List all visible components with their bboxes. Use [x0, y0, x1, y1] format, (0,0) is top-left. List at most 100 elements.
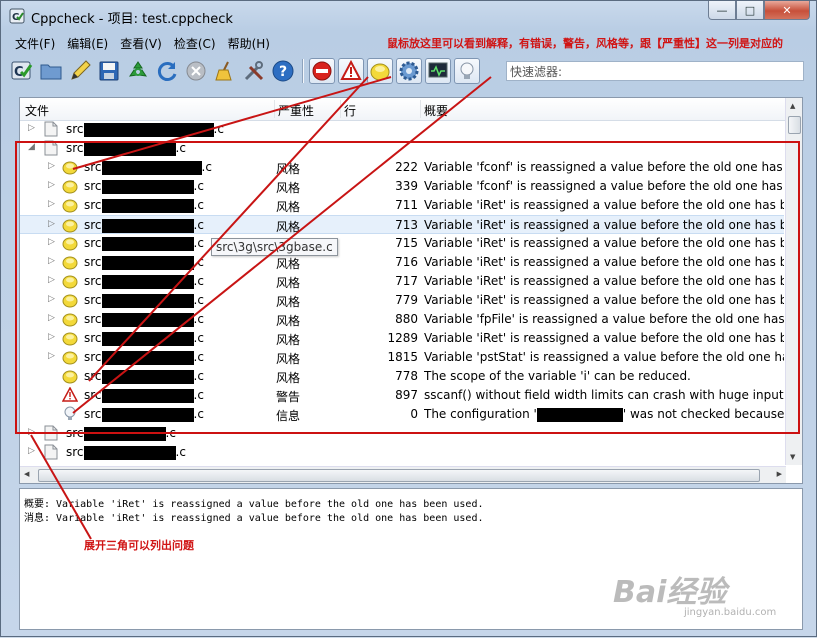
table-row[interactable]: ▷ src .c 风格 1815 Variable 'pstStat' is reassi… — [20, 348, 784, 367]
table-row[interactable]: src .c 信息 0 The configuration ' ' was not che… — [20, 405, 784, 424]
open-folder-button[interactable] — [38, 58, 64, 84]
file-name: src .c — [66, 426, 176, 441]
lightbulb-icon — [460, 62, 474, 79]
style-icon — [62, 330, 78, 346]
check-directory-button[interactable]: C — [9, 58, 35, 84]
menu-check[interactable]: 检查(C) — [168, 33, 222, 53]
file-name: src .c — [84, 274, 204, 289]
recheck-button[interactable] — [125, 58, 151, 84]
menu-view[interactable]: 查看(V) — [114, 33, 168, 53]
expand-arrow-icon[interactable]: ▷ — [48, 161, 55, 171]
results-tree: 文件 严重性 行 概要 ▷ src .c ◢ src .c ▷ src .c 风格 222 Varia… — [19, 97, 803, 484]
expand-arrow-icon[interactable]: ▷ — [48, 351, 55, 361]
table-row[interactable]: ▷ src .c 风格 339 Variable 'fconf' is reassigne… — [20, 177, 784, 196]
table-row[interactable]: src .c 警告 897 sscanf() without field width l… — [20, 386, 784, 405]
table-row[interactable]: ▷ src .c 风格 717 Variable 'iRet' is reassigned… — [20, 272, 784, 291]
annotation-bottom: 展开三角可以列出问题 — [84, 539, 194, 552]
save-button[interactable] — [96, 58, 122, 84]
expand-arrow-icon[interactable]: ▷ — [48, 332, 55, 342]
help-button[interactable]: ? — [270, 58, 296, 84]
refresh-icon — [157, 62, 177, 81]
menu-edit[interactable]: 编辑(E) — [61, 33, 114, 53]
file-name: src .c — [84, 407, 204, 422]
table-row[interactable]: ▷ src .c — [20, 443, 784, 462]
table-row[interactable]: ◢ src .c — [20, 139, 784, 158]
settings-button[interactable] — [241, 58, 267, 84]
summary-cell: Variable 'pstStat' is reassigned a value… — [424, 350, 784, 364]
show-performance-toggle[interactable] — [396, 58, 422, 84]
severity-cell: 风格 — [276, 371, 301, 385]
expand-arrow-icon[interactable]: ▷ — [48, 256, 55, 266]
redacted-block — [101, 388, 194, 403]
summary-cell: The configuration ' ' was not checked bec… — [424, 407, 784, 422]
summary-cell: Variable 'iRet' is reassigned a value be… — [424, 293, 784, 307]
table-row[interactable]: ▷ src .c 风格 713 Variable 'iRet' is reassigned… — [20, 215, 784, 234]
expand-arrow-icon[interactable]: ▷ — [48, 219, 55, 229]
redacted-block — [536, 407, 623, 422]
severity-cell: 信息 — [276, 409, 301, 423]
show-errors-toggle[interactable] — [309, 58, 335, 84]
file-name: src .c — [66, 141, 186, 156]
file-name: src .c — [84, 198, 204, 213]
vertical-scroll-thumb[interactable] — [788, 116, 801, 134]
expand-arrow-icon[interactable]: ▷ — [48, 294, 55, 304]
close-button[interactable]: ✕ — [764, 1, 810, 20]
maximize-button[interactable]: □ — [736, 1, 764, 20]
line-cell: 897 — [395, 388, 418, 402]
watermark-logo: Bai经验 — [613, 575, 727, 610]
column-header: 文件 严重性 行 概要 — [20, 98, 802, 121]
table-row[interactable]: ▷ src .c 风格 1289 Variable 'iRet' is reassigne… — [20, 329, 784, 348]
severity-cell: 风格 — [276, 295, 301, 309]
reload-button[interactable] — [154, 58, 180, 84]
severity-cell: 风格 — [276, 181, 301, 195]
table-row[interactable]: ▷ src .c — [20, 120, 784, 139]
clear-results-button[interactable] — [212, 58, 238, 84]
title-bar[interactable]: C Cppcheck - 项目: test.cppcheck — □ ✕ — [1, 1, 816, 31]
summary-cell: Variable 'iRet' is reassigned a value be… — [424, 274, 784, 288]
column-line[interactable]: 行 — [344, 102, 356, 119]
column-file[interactable]: 文件 — [25, 102, 49, 119]
column-summary[interactable]: 概要 — [424, 102, 448, 119]
show-style-toggle[interactable] — [367, 58, 393, 84]
expand-arrow-icon[interactable]: ▷ — [28, 123, 35, 133]
column-severity[interactable]: 严重性 — [278, 102, 314, 119]
expand-arrow-icon[interactable]: ▷ — [48, 237, 55, 247]
expand-arrow-icon[interactable]: ▷ — [48, 275, 55, 285]
expand-arrow-icon[interactable]: ◢ — [28, 142, 35, 152]
stop-button[interactable] — [183, 58, 209, 84]
expand-arrow-icon[interactable]: ▷ — [28, 427, 35, 437]
expand-arrow-icon[interactable]: ▷ — [28, 446, 35, 456]
show-warnings-toggle[interactable] — [338, 58, 364, 84]
table-row[interactable]: ▷src.c风格715Variable 'iRet' is reassigned… — [20, 234, 784, 253]
severity-cell: 风格 — [276, 314, 301, 328]
table-row[interactable]: ▷ src .c 风格 880 Variable 'fpFile' is reassign… — [20, 310, 784, 329]
horizontal-scrollbar[interactable]: ◀ ▶ — [20, 466, 786, 483]
table-row[interactable]: ▷ src .c — [20, 424, 784, 443]
show-information-toggle[interactable] — [454, 58, 480, 84]
line-cell: 880 — [395, 312, 418, 326]
line-cell: 1815 — [387, 350, 418, 364]
style-icon — [62, 311, 78, 327]
line-cell: 1289 — [387, 331, 418, 345]
expand-arrow-icon[interactable]: ▷ — [48, 199, 55, 209]
table-row[interactable]: ▷ src .c 风格 222 Variable 'fconf' is reassigne… — [20, 158, 784, 177]
severity-cell: 风格 — [276, 352, 301, 366]
edit-button[interactable] — [67, 58, 93, 84]
menu-file[interactable]: 文件(F) — [9, 33, 61, 53]
menu-help[interactable]: 帮助(H) — [222, 33, 276, 53]
quick-filter-input[interactable]: 快速滤器: — [506, 61, 804, 81]
show-portability-toggle[interactable] — [425, 58, 451, 84]
minimize-button[interactable]: — — [708, 1, 736, 20]
table-row[interactable]: ▷ src .c 风格 711 Variable 'iRet' is reassigned… — [20, 196, 784, 215]
expand-arrow-icon[interactable]: ▷ — [48, 180, 55, 190]
table-row[interactable]: src .c 风格 778 The scope of the variable 'i' … — [20, 367, 784, 386]
expand-arrow-icon[interactable]: ▷ — [48, 313, 55, 323]
style-icon — [62, 273, 78, 289]
summary-cell: Variable 'fconf' is reassigned a value b… — [424, 160, 784, 174]
table-row[interactable]: ▷ src .c 风格 716 Variable 'iRet' is reassigned… — [20, 253, 784, 272]
style-icon — [62, 368, 78, 384]
vertical-scrollbar[interactable]: ▲ ▼ — [785, 98, 802, 465]
horizontal-scroll-thumb[interactable] — [38, 469, 760, 482]
style-icon — [62, 235, 78, 251]
table-row[interactable]: ▷ src .c 风格 779 Variable 'iRet' is reassigned… — [20, 291, 784, 310]
